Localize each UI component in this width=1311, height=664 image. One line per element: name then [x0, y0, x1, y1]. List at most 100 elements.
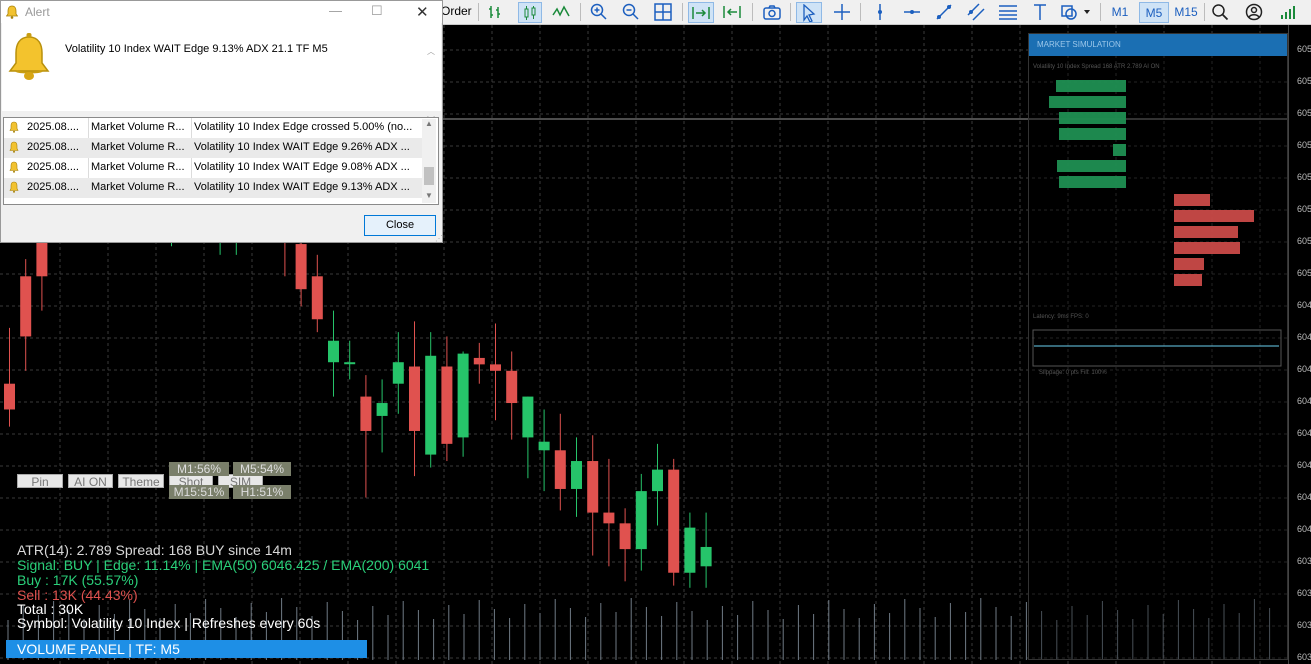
candle-body: [295, 244, 307, 290]
alert-source: Market Volume R...: [91, 161, 185, 173]
buy-volume-line: Buy : 17K (55.57%): [17, 572, 139, 588]
candle-body: [311, 276, 323, 320]
candle-body: [554, 450, 566, 489]
candle-body: [538, 441, 550, 451]
bar-chart-icon[interactable]: [485, 2, 505, 21]
candle-body: [392, 362, 404, 384]
list-item[interactable]: 2025.08.... Market Volume R... Volatilit…: [4, 158, 422, 178]
timeframe-m15-button[interactable]: M15: [1170, 2, 1202, 21]
candle-body: [4, 383, 15, 410]
zoom-out-icon[interactable]: [620, 2, 642, 21]
toolbar-separator: [752, 3, 753, 21]
price-tick-label: 603: [1297, 588, 1311, 598]
price-tick-label: 604: [1297, 300, 1311, 310]
list-item[interactable]: 2025.08.... Market Volume R... Volatilit…: [4, 138, 422, 158]
volume-panel-bar[interactable]: VOLUME PANEL | TF: M5: [6, 640, 367, 658]
fibonacci-icon[interactable]: [996, 2, 1020, 21]
alert-text: Volatility 10 Index Edge crossed 5.00% (…: [194, 121, 413, 133]
autoscroll-icon[interactable]: [688, 2, 714, 23]
candle-body: [328, 340, 339, 363]
alert-time: 2025.08....: [27, 121, 79, 133]
candle-body: [409, 366, 420, 431]
screenshot-icon[interactable]: [760, 2, 784, 21]
trendline-icon[interactable]: [932, 2, 956, 21]
candlestick-icon[interactable]: [518, 2, 542, 23]
candle-body: [376, 403, 388, 416]
search-icon[interactable]: [1208, 2, 1232, 21]
alert-title: Alert: [25, 5, 50, 19]
price-tick-label: 605: [1297, 140, 1311, 150]
candle-body: [700, 546, 712, 567]
alert-time: 2025.08....: [27, 181, 79, 193]
cursor-icon[interactable]: [796, 2, 822, 23]
toolbar-separator: [790, 3, 791, 21]
price-tick-label: 604: [1297, 428, 1311, 438]
grid-icon[interactable]: [652, 2, 674, 21]
price-tick-label: 603: [1297, 556, 1311, 566]
candle-body: [441, 366, 453, 444]
alert-text: Volatility 10 Index WAIT Edge 9.08% ADX …: [194, 161, 410, 173]
chevron-down-icon[interactable]: ▼: [425, 191, 433, 200]
price-tick-label: 605: [1297, 236, 1311, 246]
theme-button[interactable]: Theme: [118, 474, 164, 489]
pin-button[interactable]: Pin: [17, 474, 63, 489]
price-tick-label: 604: [1297, 396, 1311, 406]
timeframe-m5-button[interactable]: M5: [1139, 2, 1169, 23]
tf-h1-strength: H1:51%: [233, 485, 291, 499]
chevron-up-icon[interactable]: ▲: [425, 119, 433, 128]
alert-source: Market Volume R...: [91, 121, 185, 133]
alert-history-list[interactable]: 2025.08.... Market Volume R... Volatilit…: [3, 117, 439, 205]
minimize-button[interactable]: —: [329, 3, 342, 18]
price-tick-label: 604: [1297, 524, 1311, 534]
close-button[interactable]: Close: [364, 215, 436, 236]
symbol-line: Symbol: Volatility 10 Index | Refreshes …: [17, 615, 321, 631]
ai-toggle-button[interactable]: AI ON: [68, 474, 113, 489]
sim-latency: Latency: 9ms FPS: 0: [1033, 314, 1089, 320]
sim-depth-bars: [1032, 80, 1282, 367]
zoom-in-icon[interactable]: [588, 2, 610, 21]
candle-body: [457, 353, 469, 438]
price-tick-label: 605: [1297, 44, 1311, 54]
signal-level-icon[interactable]: [1276, 2, 1300, 21]
candle-body: [619, 523, 631, 550]
price-tick-label: 604: [1297, 492, 1311, 502]
candle-body: [473, 357, 485, 365]
account-icon[interactable]: [1242, 2, 1266, 21]
alert-message-area: Volatility 10 Index WAIT Edge 9.13% ADX …: [2, 23, 441, 125]
chart-shift-icon[interactable]: [720, 2, 744, 21]
candle-body: [522, 396, 534, 438]
candle-body: [360, 396, 372, 431]
candle-body: [571, 461, 582, 489]
scrollbar-thumb[interactable]: [424, 167, 434, 185]
bell-icon: [9, 141, 19, 153]
new-order-button[interactable]: Order: [441, 4, 472, 18]
alert-text: Volatility 10 Index WAIT Edge 9.13% ADX …: [194, 181, 410, 193]
atr-spread-line: ATR(14): 2.789 Spread: 168 BUY since 14m: [17, 542, 292, 558]
timeframe-m1-button[interactable]: M1: [1106, 2, 1134, 21]
resize-grip-icon[interactable]: ⋰: [435, 234, 443, 243]
close-window-button[interactable]: ✕: [416, 3, 429, 21]
text-icon[interactable]: [1028, 2, 1052, 21]
price-scale: [1288, 25, 1311, 664]
candle-body: [506, 370, 518, 404]
vertical-line-icon[interactable]: [868, 2, 892, 21]
line-chart-icon[interactable]: [550, 2, 572, 21]
maximize-button[interactable]: ☐: [371, 3, 383, 19]
channel-icon[interactable]: [964, 2, 988, 21]
toolbar-separator: [682, 3, 683, 21]
alert-text: Volatility 10 Index WAIT Edge 9.26% ADX …: [194, 141, 410, 153]
alert-time: 2025.08....: [27, 141, 79, 153]
list-item[interactable]: 2025.08.... Market Volume R... Volatilit…: [4, 118, 422, 138]
candle-body: [344, 362, 356, 365]
toolbar-separator: [860, 3, 861, 21]
alert-source: Market Volume R...: [91, 141, 185, 153]
list-item[interactable]: 2025.08.... Market Volume R... Volatilit…: [4, 178, 422, 198]
crosshair-icon[interactable]: [830, 2, 854, 21]
tf-m15-strength: M15:51%: [169, 485, 229, 499]
alert-time: 2025.08....: [27, 161, 79, 173]
list-scrollbar[interactable]: ▲ ▼: [422, 119, 436, 203]
price-tick-label: 605: [1297, 76, 1311, 86]
shapes-icon[interactable]: [1058, 2, 1094, 21]
bell-icon: [5, 5, 19, 24]
horizontal-line-icon[interactable]: [900, 2, 924, 21]
